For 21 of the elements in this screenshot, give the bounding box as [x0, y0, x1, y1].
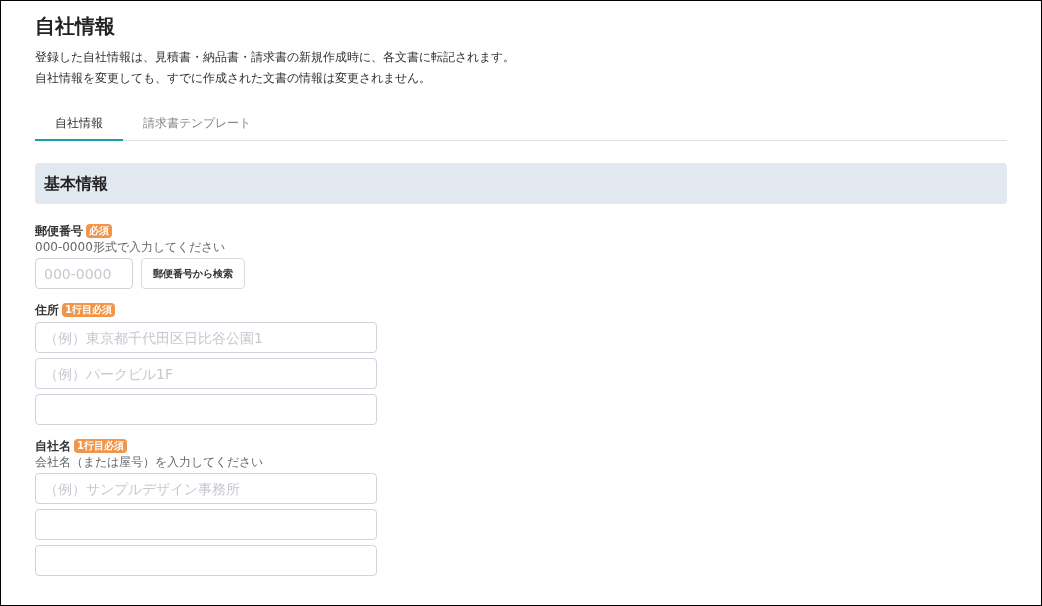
text-input-field[interactable]: （例）東京都千代田区日比谷公園1 [35, 322, 377, 353]
section-header: 基本情報 [35, 163, 1007, 204]
tab[interactable]: 請求書テンプレート [123, 106, 271, 141]
text-input-field[interactable]: （例）パークビル1F [35, 358, 377, 389]
tab[interactable]: 自社情報 [35, 106, 123, 141]
field-label: 住所 [35, 302, 59, 319]
text-input-field[interactable] [35, 394, 377, 425]
postal-search-button[interactable]: 郵便番号から検索 [141, 258, 245, 289]
description-text: 登録した自社情報は、見積書・納品書・請求書の新規作成時に、各文書に転記されます。 [35, 49, 516, 66]
field-hint: 000-0000形式で入力してください [35, 240, 226, 255]
required-badge: 1行目必須 [74, 439, 127, 453]
field-hint: 会社名（または屋号）を入力してください [35, 455, 264, 470]
field-label: 郵便番号 [35, 223, 83, 240]
text-input-field[interactable] [35, 509, 377, 540]
required-badge: 必須 [86, 224, 112, 238]
page-title: 自社情報 [35, 13, 116, 40]
text-input-field[interactable]: 000-0000 [35, 258, 133, 289]
field-label: 自社名 [35, 438, 71, 455]
description-text: 自社情報を変更しても、すでに作成された文書の情報は変更されません。 [35, 70, 432, 87]
text-input-field[interactable] [35, 545, 377, 576]
required-badge: 1行目必須 [62, 303, 115, 317]
